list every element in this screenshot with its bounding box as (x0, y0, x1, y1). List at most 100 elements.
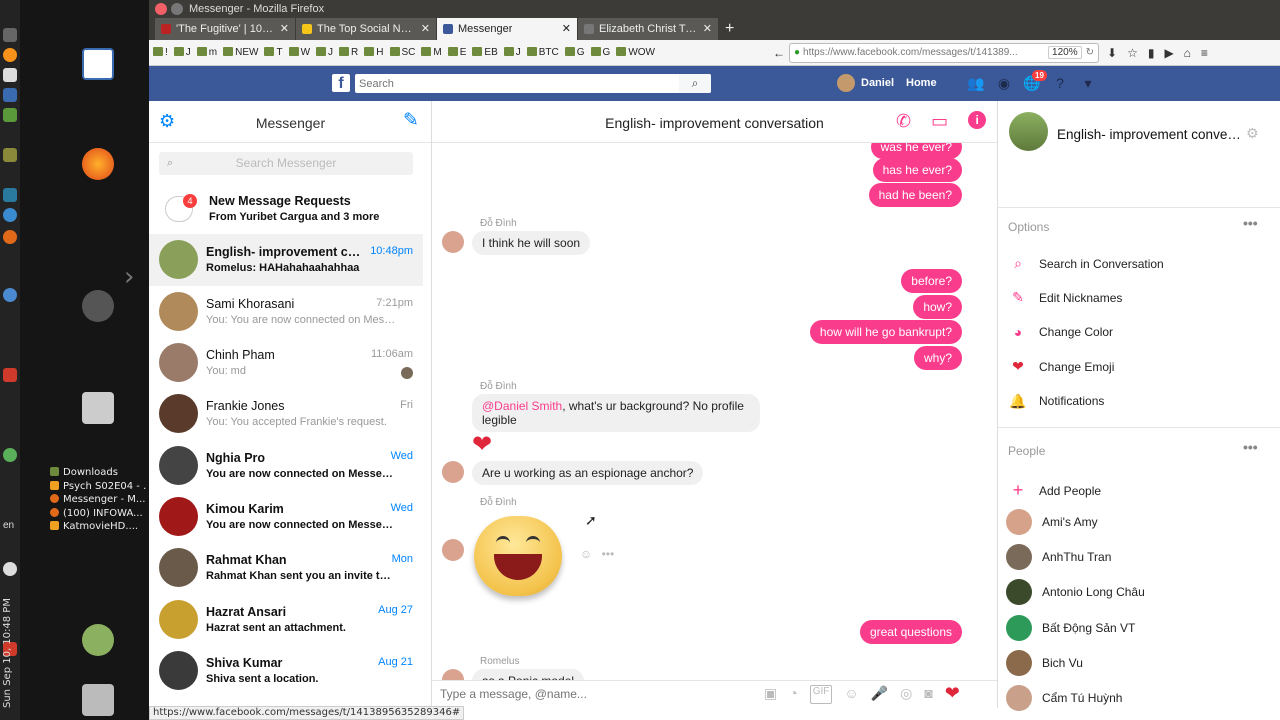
conversation-item[interactable]: Rahmat Khan Rahmat Khan sent you an invit… (149, 542, 423, 593)
bookmark-item[interactable]: T (264, 47, 283, 58)
bookmark-item[interactable]: W (288, 47, 310, 58)
messenger-search-input[interactable]: ⌕ Search Messenger (159, 152, 413, 175)
more-options-icon[interactable]: ••• (602, 547, 615, 561)
facebook-logo-icon[interactable]: f (332, 74, 350, 92)
heart-icon[interactable]: ❤ (472, 430, 492, 459)
downloads-item[interactable]: Messenger - M... (50, 493, 146, 507)
conversation-item[interactable]: Hazrat Ansari Hazrat sent an attachment. A… (149, 593, 423, 644)
downloads-item[interactable]: Psych S02E04 - ... (50, 480, 146, 494)
chevron-right-icon[interactable]: › (124, 262, 134, 292)
zoom-level[interactable]: 120% (1048, 46, 1082, 59)
library-icon[interactable]: ▮ (1148, 46, 1155, 60)
people-item[interactable]: Bich Vu (1006, 649, 1083, 676)
mention-link[interactable]: @Daniel Smith (482, 399, 562, 413)
message-bubble-incoming[interactable]: I think he will soon (472, 231, 591, 255)
chromium-icon[interactable] (3, 288, 17, 302)
close-tab-icon[interactable]: ✕ (417, 18, 430, 40)
conversation-item[interactable]: Sami Khorasani You: You are now connected… (149, 286, 423, 337)
url-bar[interactable]: ● https://www.facebook.com/messages/t/14… (789, 42, 1099, 63)
phone-call-icon[interactable]: ✆ (896, 111, 911, 132)
home-link[interactable]: Home (906, 77, 937, 89)
more-options-icon[interactable]: ••• (1243, 215, 1258, 231)
message-bubble-outgoing[interactable]: how? (913, 295, 962, 319)
new-tab-button[interactable]: + (719, 18, 734, 40)
info-icon[interactable]: i (968, 111, 987, 129)
search-icon[interactable]: ⌕ (679, 74, 711, 93)
conversation-item[interactable]: Nghia Pro You are now connected on Messen… (149, 439, 423, 490)
app-icon[interactable] (3, 28, 17, 42)
microphone-icon[interactable]: 🎤 (871, 685, 888, 704)
bookmark-item[interactable]: J (173, 47, 191, 58)
monitor-icon[interactable] (3, 188, 17, 202)
option-heart[interactable]: ❤ Change Emoji (1008, 358, 1114, 375)
star-icon[interactable]: ☆ (1127, 46, 1138, 60)
option-search[interactable]: ⌕ Search in Conversation (1008, 255, 1164, 272)
user-share-icon[interactable] (82, 624, 114, 656)
writer-document-icon[interactable] (82, 48, 114, 80)
people-item[interactable]: Antonio Long Châu (1006, 579, 1145, 606)
bookmark-item[interactable]: SC (389, 47, 415, 58)
message-bubble-outgoing[interactable]: why? (913, 346, 962, 370)
downloads-item[interactable]: Downloads (50, 466, 146, 480)
sticker-icon[interactable]: ◔ (789, 685, 797, 704)
bookmark-item[interactable]: NEW (223, 47, 258, 58)
people-item[interactable]: Ami's Amy (1006, 509, 1098, 535)
people-item[interactable]: Bất Động Sản VT (1006, 614, 1135, 641)
money-icon[interactable]: ◎ (900, 685, 912, 704)
folder-icon[interactable] (3, 148, 17, 162)
document-icon[interactable] (3, 68, 17, 82)
conversation-item[interactable]: Frankie Jones You: You accepted Frankie's… (149, 388, 423, 439)
sender-avatar[interactable] (442, 461, 464, 483)
conversation-item[interactable]: Shiva Kumar Shiva sent a location. Aug 21 (149, 645, 423, 696)
option-bell[interactable]: 🔔 Notifications (1008, 393, 1104, 410)
message-bubble-outgoing[interactable]: before? (901, 269, 962, 293)
send-heart-icon[interactable]: ❤ (945, 683, 960, 704)
compose-icon[interactable]: ✎ (403, 109, 419, 132)
download-icon[interactable]: ⬇ (1107, 46, 1117, 60)
message-input[interactable] (440, 687, 740, 701)
telegram-icon[interactable] (3, 448, 17, 462)
facebook-search-input[interactable] (355, 74, 711, 93)
bookmark-item[interactable]: WOW (616, 47, 655, 58)
profile-link[interactable]: Daniel (837, 74, 894, 92)
url-text[interactable]: https://www.facebook.com/messages/t/1413… (803, 47, 1048, 58)
bookmark-item[interactable]: G (564, 47, 585, 58)
message-bubble-incoming[interactable]: @Daniel Smith, what's ur background? No … (472, 394, 760, 432)
react-emoji-icon[interactable]: ☺ (580, 547, 592, 561)
close-tab-icon[interactable]: ✕ (558, 18, 571, 40)
bookmark-item[interactable]: E (447, 47, 466, 58)
sticker-laughing-face[interactable] (474, 516, 562, 596)
reload-icon[interactable]: ↻ (1086, 47, 1094, 58)
minimize-window-icon[interactable] (171, 3, 183, 15)
downloads-item[interactable]: KatmovieHD.... (50, 520, 146, 534)
settings-gear-icon[interactable]: ⚙ (1246, 125, 1259, 142)
people-item[interactable]: AnhThu Tran (1006, 544, 1111, 571)
trash-icon[interactable] (82, 684, 114, 716)
spreadsheet-icon[interactable] (3, 108, 17, 122)
tab-1[interactable]: The Top Social Network✕ (296, 18, 436, 40)
conversation-item[interactable]: Kimou Karim You are now connected on Mess… (149, 491, 423, 542)
bitcoin-icon[interactable] (3, 48, 17, 62)
conversation-item[interactable]: Chinh Pham You: md 11:06am (149, 337, 423, 388)
firefox-icon[interactable] (3, 230, 17, 244)
message-bubble-outgoing[interactable]: had he been? (868, 183, 962, 207)
bookmark-item[interactable]: R (339, 47, 358, 58)
bookmark-item[interactable]: J (503, 47, 521, 58)
tab-2[interactable]: Messenger ✕ (437, 18, 577, 40)
system-clock[interactable]: Sun Sep 10, 10:48 PM (2, 598, 18, 708)
bookmark-item[interactable]: M (421, 47, 442, 58)
bookmark-item[interactable]: ! (153, 47, 168, 58)
menu-icon[interactable]: ≡ (1201, 46, 1208, 60)
close-tab-icon[interactable]: ✕ (276, 18, 289, 40)
filezilla-icon[interactable] (3, 368, 17, 382)
tab-3[interactable]: Elizabeth Christ Trump✕ (578, 18, 718, 40)
gif-icon[interactable]: GIF (809, 685, 833, 704)
close-tab-icon[interactable]: ✕ (699, 18, 712, 40)
firefox-desktop-icon[interactable] (82, 148, 114, 180)
friend-requests-icon[interactable]: 👥 (967, 74, 985, 92)
home-icon[interactable]: ⌂ (1184, 46, 1191, 60)
calendar-icon[interactable] (3, 88, 17, 102)
file-cabinet-icon[interactable] (82, 392, 114, 424)
youtube-icon[interactable]: ▶ (1164, 46, 1173, 60)
back-icon[interactable]: ← (773, 46, 785, 60)
